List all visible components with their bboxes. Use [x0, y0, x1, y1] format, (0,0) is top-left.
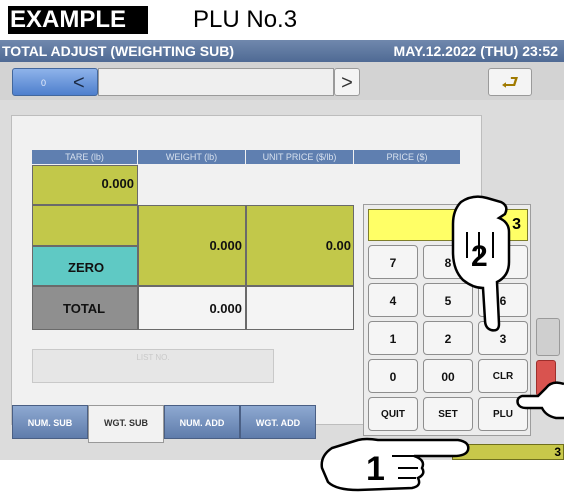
tab-wgt-sub-label: WGT. SUB [104, 418, 148, 428]
total-label-cell: TOTAL [32, 286, 138, 330]
screen-title: TOTAL ADJUST (WEIGHTING SUB) [2, 43, 235, 59]
date-time: MAY.12.2022 (THU) 23:52 [393, 43, 558, 59]
tare-value: 0.000 [101, 176, 134, 191]
pointing-hand-icon-1: 1 [320, 437, 470, 492]
key-1[interactable]: 1 [368, 321, 418, 355]
weight-value: 0.000 [209, 238, 242, 253]
plu-number-caption: PLU No.3 [193, 6, 298, 33]
example-tag: EXAMPLE [8, 6, 148, 34]
unit-price-cell[interactable]: 0.00 [246, 205, 354, 286]
tab-wgt-add[interactable]: WGT. ADD [240, 405, 316, 439]
title-bar: TOTAL ADJUST (WEIGHTING SUB) MAY.12.2022… [0, 40, 564, 62]
key-7[interactable]: 7 [368, 245, 418, 279]
tab-num-sub[interactable]: NUM. SUB [12, 405, 88, 439]
step-1-number: 1 [366, 450, 385, 488]
item-name-field [98, 68, 334, 96]
tab-num-add[interactable]: NUM. ADD [164, 405, 240, 439]
tab-wgt-add-label: WGT. ADD [255, 418, 301, 428]
pointing-hand-icon-3 [516, 381, 564, 420]
total-weight-cell: 0.000 [138, 286, 246, 330]
header-tare: TARE (lb) [32, 150, 137, 164]
pointing-hand-icon-2: 2 [451, 195, 511, 332]
tare-cell[interactable]: 0.000 [32, 165, 138, 205]
side-button[interactable] [536, 318, 560, 356]
step-2-number: 2 [471, 240, 488, 273]
total-label: TOTAL [63, 301, 106, 316]
plu-status-value: 3 [554, 445, 561, 459]
tab-num-sub-label: NUM. SUB [27, 418, 73, 428]
next-arrow-icon: > [341, 72, 353, 94]
header-unit-price: UNIT PRICE ($/lb) [246, 150, 353, 164]
navigation-strip: 0 < > ⮐ [0, 62, 564, 100]
tab-wgt-sub[interactable]: WGT. SUB [88, 405, 164, 443]
tare-cell-lower [32, 205, 138, 246]
header-weight: WEIGHT (lb) [138, 150, 245, 164]
zero-label: ZERO [68, 260, 105, 275]
header-price: PRICE ($) [354, 150, 460, 164]
key-0[interactable]: 0 [368, 359, 418, 393]
key-4[interactable]: 4 [368, 283, 418, 317]
back-button[interactable]: ⮐ [488, 68, 532, 96]
weight-cell[interactable]: 0.000 [138, 205, 246, 286]
return-icon: ⮐ [501, 72, 519, 94]
next-button[interactable]: > [334, 68, 360, 96]
list-number-bar: LIST NO. [32, 349, 274, 383]
item-counter-value: 0 [41, 78, 47, 88]
prev-arrow-icon[interactable]: < [73, 69, 85, 97]
total-unit-price-cell [246, 286, 354, 330]
item-counter-button[interactable]: 0 < [12, 68, 98, 96]
unit-price-value: 0.00 [325, 238, 351, 253]
total-weight-value: 0.000 [209, 301, 242, 316]
key-00[interactable]: 00 [423, 359, 473, 393]
tab-num-add-label: NUM. ADD [179, 418, 225, 428]
list-number-label: LIST NO. [136, 353, 170, 362]
zero-button[interactable]: ZERO [32, 246, 138, 286]
